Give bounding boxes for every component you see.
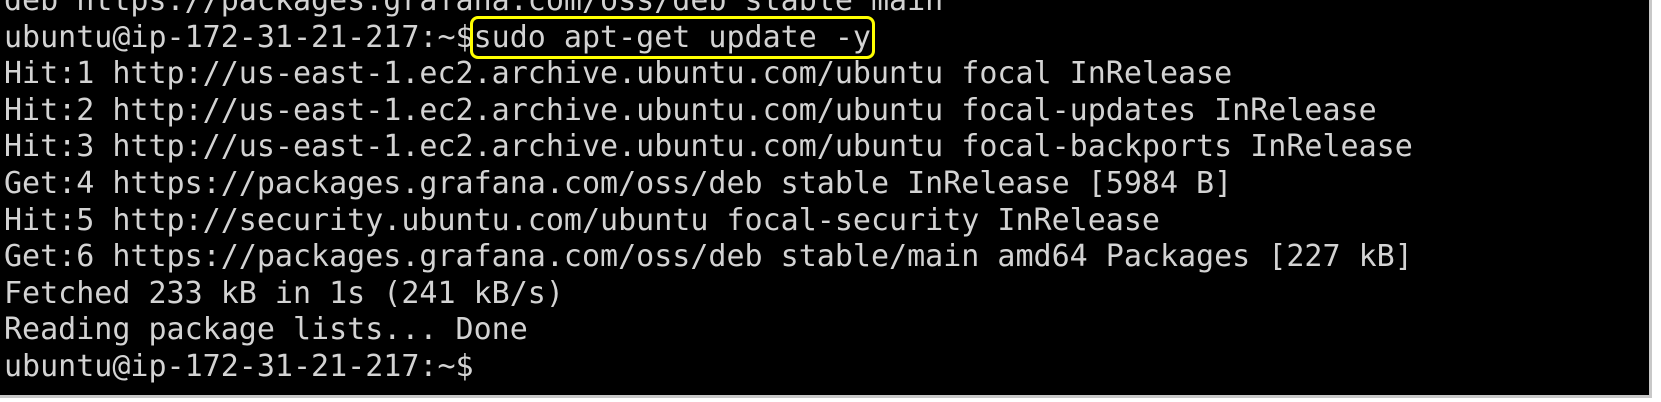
output-line: Hit:1 http://us-east-1.ec2.archive.ubunt…: [4, 56, 1233, 92]
input-line[interactable]: ubuntu@ip-172-31-21-217:~$: [4, 349, 1413, 386]
output-line: Reading package lists... Done: [4, 312, 528, 348]
output-line: Fetched 233 kB in 1s (241 kB/s): [4, 275, 564, 311]
output-line: Get:4 https://packages.grafana.com/oss/d…: [4, 165, 1233, 201]
highlighted-command: sudo apt-get update -y: [469, 15, 875, 59]
output-line: deb https://packages.grafana.com/oss/deb…: [4, 0, 944, 18]
shell-prompt: ubuntu@ip-172-31-21-217:~$: [4, 19, 474, 55]
terminal-window[interactable]: deb https://packages.grafana.com/oss/deb…: [0, 0, 1652, 398]
terminal-output: deb https://packages.grafana.com/oss/deb…: [4, 0, 1413, 386]
command-line: ubuntu@ip-172-31-21-217:~$sudo apt-get u…: [4, 15, 1413, 59]
cursor: [474, 353, 490, 381]
output-line: Get:6 https://packages.grafana.com/oss/d…: [4, 239, 1413, 275]
shell-prompt: ubuntu@ip-172-31-21-217:~$: [4, 348, 474, 384]
output-line: Hit:3 http://us-east-1.ec2.archive.ubunt…: [4, 129, 1413, 165]
command-text: sudo apt-get update -y: [473, 19, 871, 55]
output-line: Hit:5 http://security.ubuntu.com/ubuntu …: [4, 202, 1160, 238]
output-line: Hit:2 http://us-east-1.ec2.archive.ubunt…: [4, 92, 1377, 128]
